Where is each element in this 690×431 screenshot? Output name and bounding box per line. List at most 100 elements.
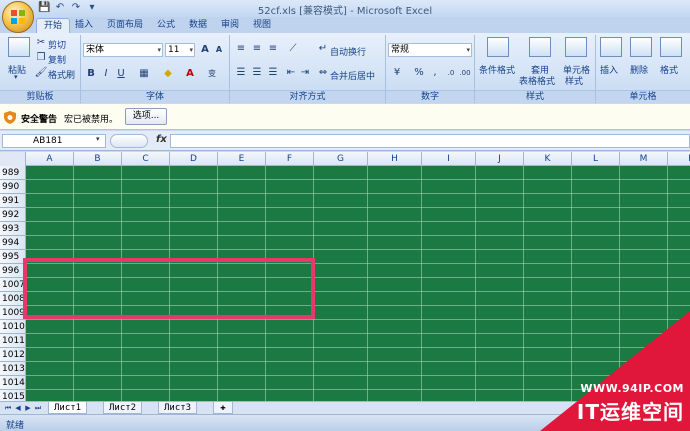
tab-review[interactable]: 审阅 (214, 18, 246, 33)
column-header-l[interactable]: L (572, 152, 620, 166)
format-table-label-2[interactable]: 表格格式 (519, 74, 555, 87)
column-header-i[interactable]: I (422, 152, 476, 166)
name-box[interactable]: AB181 (2, 134, 106, 148)
clipboard-group: 粘贴 ▾ ✂ 剪切 ❐ 复制 🖌 格式刷 剪贴板 (0, 33, 80, 103)
conditional-format-button[interactable]: 条件格式 (479, 63, 515, 76)
column-header-m[interactable]: M (620, 152, 668, 166)
delete-cells-icon[interactable] (630, 37, 652, 57)
row-header-1011[interactable]: 1011 (0, 334, 26, 348)
column-header-k[interactable]: K (524, 152, 572, 166)
format-cells-icon[interactable] (660, 37, 682, 57)
insert-cells-button[interactable]: 插入 (600, 63, 618, 76)
paste-icon[interactable] (8, 37, 30, 57)
align-center-icon[interactable]: ☰ (250, 66, 264, 80)
font-name-select[interactable]: 宋体 ▾ (83, 43, 163, 57)
merge-center-button[interactable]: 合并后居中 (330, 69, 375, 82)
insert-function-icon[interactable]: fx (156, 134, 167, 145)
tab-formulas[interactable]: 公式 (150, 18, 182, 33)
row-header-992[interactable]: 992 (0, 208, 26, 222)
options-button[interactable]: 选项... (125, 108, 167, 125)
column-header-c[interactable]: C (122, 152, 170, 166)
bold-button[interactable]: B (84, 67, 98, 81)
column-header-d[interactable]: D (170, 152, 218, 166)
tab-page-layout[interactable]: 页面布局 (100, 18, 150, 33)
row-header-1014[interactable]: 1014 (0, 376, 26, 390)
column-header-j[interactable]: J (476, 152, 524, 166)
row-header-989[interactable]: 989 (0, 166, 26, 180)
first-sheet-icon[interactable]: ⏮ (4, 403, 12, 414)
row-header-1012[interactable]: 1012 (0, 348, 26, 362)
increase-indent-icon[interactable]: ⇥ (298, 66, 312, 80)
gridline-horizontal (26, 207, 690, 208)
sheet-tab-1[interactable]: Лист1 (48, 402, 88, 414)
grow-font-icon[interactable]: A (198, 43, 212, 57)
row-header-1015[interactable]: 1015 (0, 390, 26, 401)
percent-button[interactable]: % (412, 66, 426, 80)
tab-insert[interactable]: 插入 (68, 18, 100, 33)
align-left-icon[interactable]: ☰ (234, 66, 248, 80)
sheet-tab-3[interactable]: Лист3 (158, 402, 198, 414)
format-cells-button[interactable]: 格式 (660, 63, 678, 76)
italic-button[interactable]: I (99, 67, 113, 81)
align-right-icon[interactable]: ☰ (266, 66, 280, 80)
new-sheet-icon[interactable]: ✚ (213, 402, 233, 414)
column-header-a[interactable]: A (26, 152, 74, 166)
alignment-group-label: 对齐方式 (230, 90, 385, 103)
formula-bar-splitter[interactable] (110, 134, 148, 148)
orientation-icon[interactable]: ⟋ (286, 42, 300, 56)
chevron-down-icon[interactable]: ▾ (96, 135, 100, 143)
column-header-b[interactable]: B (74, 152, 122, 166)
insert-cells-icon[interactable] (600, 37, 622, 57)
align-bottom-icon[interactable]: ≡ (266, 42, 280, 56)
row-header-1010[interactable]: 1010 (0, 320, 26, 334)
conditional-format-icon[interactable] (487, 37, 509, 57)
phonetic-icon[interactable]: 变 (205, 67, 219, 81)
row-header-990[interactable]: 990 (0, 180, 26, 194)
row-header-1013[interactable]: 1013 (0, 362, 26, 376)
wrap-text-button[interactable]: 自动换行 (330, 45, 366, 58)
tab-view[interactable]: 视图 (246, 18, 278, 33)
last-sheet-icon[interactable]: ⏭ (34, 403, 42, 414)
select-all-corner[interactable] (0, 152, 26, 166)
formula-input[interactable] (170, 134, 690, 148)
copy-button[interactable]: 复制 (48, 53, 66, 66)
delete-cells-button[interactable]: 删除 (630, 63, 648, 76)
align-top-icon[interactable]: ≡ (234, 42, 248, 56)
borders-icon[interactable]: ▦ (137, 67, 151, 81)
column-header-f[interactable]: F (266, 152, 314, 166)
next-sheet-icon[interactable]: ▶ (24, 403, 32, 414)
shrink-font-icon[interactable]: A (212, 43, 226, 57)
row-header-994[interactable]: 994 (0, 236, 26, 250)
prev-sheet-icon[interactable]: ◀ (14, 403, 22, 414)
styles-group: 条件格式 套用 表格格式 单元格 样式 样式 (475, 33, 595, 103)
underline-button[interactable]: U (114, 67, 128, 81)
currency-icon[interactable]: ¥ (390, 66, 404, 80)
cell-styles-icon[interactable] (565, 37, 587, 57)
font-size-select[interactable]: 11 ▾ (165, 43, 195, 57)
paste-dropdown-icon[interactable]: ▾ (14, 73, 18, 81)
comma-button[interactable]: , (428, 66, 442, 80)
sheet-tab-2[interactable]: Лист2 (103, 402, 143, 414)
office-button[interactable] (2, 1, 34, 33)
row-header-991[interactable]: 991 (0, 194, 26, 208)
font-color-icon[interactable]: A (183, 67, 197, 81)
number-format-select[interactable]: 常规 ▾ (388, 43, 472, 57)
cut-button[interactable]: 剪切 (48, 38, 66, 51)
column-header-n[interactable]: N (668, 152, 690, 166)
decrease-decimal-icon[interactable]: .00 (458, 66, 472, 80)
format-table-icon[interactable] (529, 37, 551, 57)
cells-group-label: 单元格 (596, 90, 690, 103)
column-header-g[interactable]: G (314, 152, 368, 166)
align-middle-icon[interactable]: ≡ (250, 42, 264, 56)
format-painter-button[interactable]: 格式刷 (48, 68, 75, 81)
decrease-indent-icon[interactable]: ⇤ (284, 66, 298, 80)
row-header-993[interactable]: 993 (0, 222, 26, 236)
office-logo-icon (11, 10, 25, 24)
tab-data[interactable]: 数据 (182, 18, 214, 33)
cell-styles-label-2[interactable]: 样式 (565, 74, 583, 87)
increase-decimal-icon[interactable]: .0 (444, 66, 458, 80)
column-header-h[interactable]: H (368, 152, 422, 166)
tab-home[interactable]: 开始 (36, 18, 71, 33)
column-header-e[interactable]: E (218, 152, 266, 166)
fill-color-icon[interactable]: ◆ (161, 67, 175, 81)
